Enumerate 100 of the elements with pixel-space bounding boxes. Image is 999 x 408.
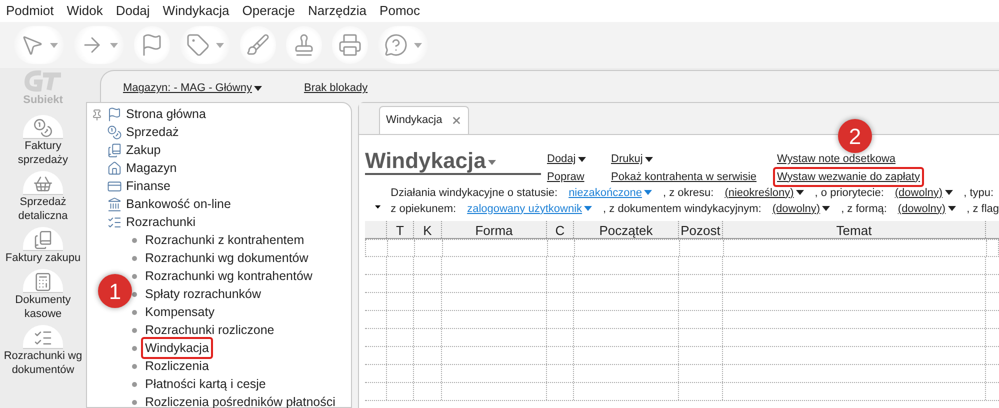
filter-dropdown[interactable]: (nieokreślony) — [724, 184, 804, 202]
brush-icon — [246, 33, 270, 57]
caret-icon — [822, 206, 830, 212]
tree-item[interactable]: Rozliczenia — [145, 356, 209, 376]
caret-icon — [50, 42, 58, 48]
bullet-icon — [132, 364, 137, 368]
tab[interactable]: Windykacja — [379, 106, 469, 134]
action-link[interactable]: Drukuj — [611, 151, 653, 168]
menu-item[interactable]: Pomoc — [380, 1, 420, 21]
filter-label: Działania windykacyjne o statusie: — [390, 186, 558, 201]
sidebar-button[interactable]: Faktury sprzedaży — [1, 114, 85, 166]
column-header[interactable]: Pozost — [679, 221, 723, 238]
tree-item[interactable]: Spłaty rozrachunków — [145, 284, 262, 304]
filter-dropdown[interactable]: (dowolny) — [772, 200, 830, 218]
tree-item[interactable]: Zakup — [107, 141, 351, 159]
filter-label: , z flag — [966, 202, 999, 217]
close-icon[interactable] — [451, 115, 462, 126]
toolbar-button[interactable] — [240, 26, 276, 64]
column-header[interactable]: T — [387, 221, 414, 238]
filter-label: , typu: — [964, 186, 994, 201]
bullet-icon — [132, 328, 137, 332]
caret-icon — [644, 190, 652, 196]
tree-item[interactable]: Windykacja — [141, 336, 213, 360]
column-header[interactable]: C — [547, 221, 574, 238]
printer-icon — [338, 33, 362, 57]
menu-item[interactable]: Windykacja — [162, 1, 230, 21]
menu-item[interactable]: Narzędzia — [308, 1, 367, 21]
bullet-icon — [132, 238, 137, 242]
action-link[interactable]: Popraw — [547, 168, 584, 185]
basket-icon — [33, 174, 53, 194]
expand-icon — [375, 203, 381, 211]
tree-item[interactable]: Rozliczenia pośredników płatności — [145, 392, 336, 408]
action-link[interactable]: Wystaw wezwanie do zapłaty — [773, 166, 924, 187]
bullet-icon — [132, 256, 137, 260]
action-link[interactable]: Dodaj — [547, 151, 586, 168]
toolbar-button[interactable] — [134, 26, 170, 64]
caret-icon — [948, 206, 956, 212]
toolbar-button[interactable] — [332, 26, 368, 64]
action-link[interactable]: Pokaż kontrahenta w serwisie — [611, 168, 757, 185]
bank-icon — [107, 196, 122, 212]
caret-icon — [110, 42, 118, 48]
column-header[interactable]: Forma — [442, 221, 547, 238]
bullet-icon — [132, 292, 137, 296]
bullet-icon — [132, 346, 137, 350]
logo-text: Subiekt — [23, 93, 63, 108]
menu-item[interactable]: Widok — [66, 1, 103, 21]
help-icon — [384, 33, 408, 57]
tree-item[interactable]: Sprzedaż — [107, 123, 351, 141]
filter-label: , z okresu: — [662, 186, 714, 201]
bullet-icon — [132, 400, 137, 404]
strip-link[interactable]: Magazyn: - MAG - Główny — [123, 80, 262, 97]
filter-dropdown[interactable]: (dowolny) — [894, 184, 953, 202]
column-header[interactable]: Początek — [574, 221, 679, 238]
toolbar-button[interactable] — [286, 26, 322, 64]
menu-item[interactable]: Podmiot — [6, 1, 54, 21]
menu-item[interactable]: Operacje — [242, 1, 296, 21]
caret-icon — [578, 156, 586, 162]
books-icon — [107, 142, 122, 158]
checklist-icon — [107, 214, 122, 230]
tree-item[interactable]: Rozrachunki wg kontrahentów — [145, 266, 312, 286]
action-link[interactable]: Wystaw note odsetkowa — [777, 151, 896, 168]
caret-icon — [584, 206, 592, 212]
filter-label: , o priorytecie: — [814, 186, 884, 201]
pin-icon — [91, 109, 103, 121]
logo-icon — [23, 70, 63, 92]
menu-item[interactable]: Dodaj — [116, 1, 150, 21]
caret-icon — [488, 160, 496, 165]
tree-item[interactable]: Finanse — [107, 177, 351, 195]
sidebar-button[interactable]: Rozrachunki wg dokumentów — [1, 324, 85, 376]
filter-dropdown[interactable]: (dowolny) — [898, 200, 956, 218]
filter-dropdown[interactable]: zalogowany użytkownik — [467, 200, 592, 218]
calculator-icon — [33, 272, 53, 292]
sidebar-button[interactable]: Faktury zakupu — [1, 226, 85, 264]
tree-item[interactable]: Rozrachunki wg dokumentów — [145, 248, 308, 268]
filter-label: , z dokumentem windykacyjnym: — [603, 202, 762, 217]
books-icon — [33, 230, 53, 250]
tag-icon — [186, 33, 210, 57]
filter-dropdown[interactable]: niezakończone — [568, 184, 652, 202]
strip-link[interactable]: Brak blokady — [304, 80, 368, 97]
tree-item[interactable]: Rozrachunki rozliczone — [145, 320, 274, 340]
coins-icon — [33, 118, 53, 138]
tree-item[interactable]: Bankowość on-line — [107, 195, 351, 213]
tree-item[interactable]: Rozrachunki — [107, 213, 351, 231]
sidebar-button[interactable]: Sprzedaż detaliczna — [1, 170, 85, 222]
tree-item[interactable]: Płatności kartą i cesje — [145, 374, 266, 394]
tree-item[interactable]: Kompensaty — [145, 302, 214, 322]
tree-item[interactable]: Rozrachunki z kontrahentem — [145, 230, 304, 250]
filter-label: , z formą: — [841, 202, 887, 217]
sidebar-button[interactable]: Dokumenty kasowe — [1, 268, 85, 320]
card-icon — [107, 178, 122, 194]
bullet-icon — [132, 382, 137, 386]
view-title[interactable]: Windykacja — [365, 149, 541, 175]
filter-label: z opiekunem: — [390, 202, 456, 217]
tree-item[interactable]: Strona główna — [107, 105, 351, 123]
tree-item[interactable]: Magazyn — [107, 159, 351, 177]
caret-icon — [254, 86, 262, 91]
house-icon — [107, 160, 122, 176]
column-header[interactable]: K — [414, 221, 442, 238]
column-header[interactable]: Temat — [723, 221, 986, 238]
caret-icon — [644, 156, 653, 162]
